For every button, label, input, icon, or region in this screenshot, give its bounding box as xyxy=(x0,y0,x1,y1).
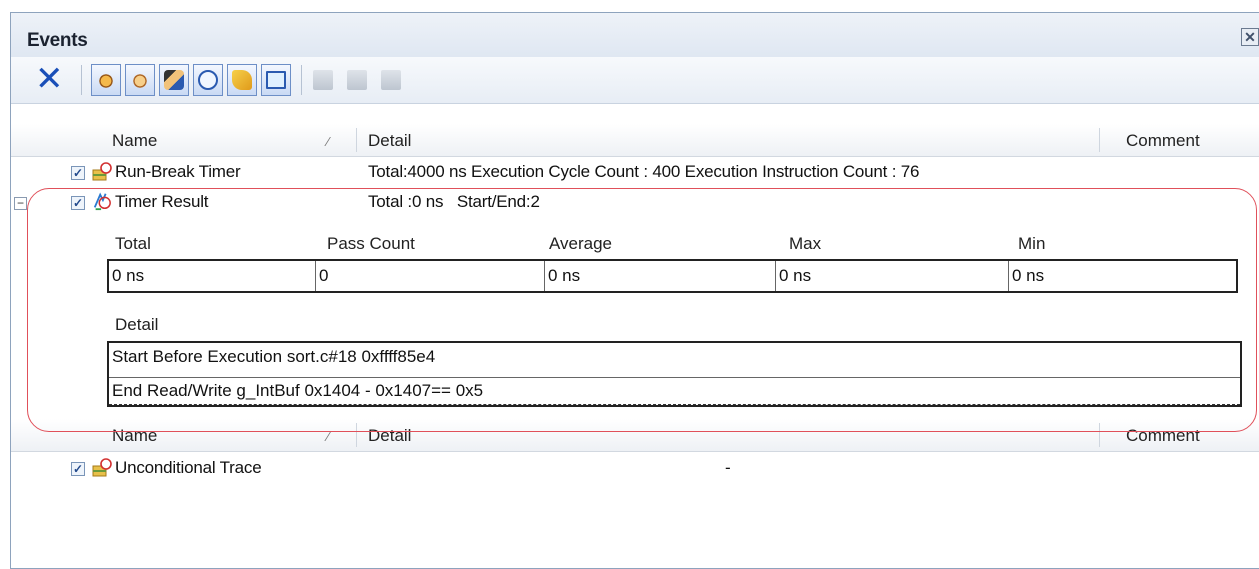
result-cell: 0 ns xyxy=(112,266,145,285)
result-cell: 0 ns xyxy=(775,261,1008,291)
panel-title: Events xyxy=(27,30,88,51)
software-break-icon xyxy=(130,70,150,90)
unconditional-trace-icon xyxy=(92,458,112,477)
edit-condition-icon xyxy=(313,70,333,90)
trace-event-icon xyxy=(164,70,184,90)
result-cell: 0 ns xyxy=(1008,261,1236,291)
detail-table: Start Before Execution sort.c#18 0xffff8… xyxy=(107,341,1242,407)
close-icon[interactable]: ✕ xyxy=(1241,28,1259,46)
event-row-run-break-timer[interactable]: ✓ Run-Break Timer Total:4000 ns Executio… xyxy=(11,158,1259,188)
toolbar-separator xyxy=(301,65,302,95)
sort-indicator-icon: ⁄ xyxy=(327,134,330,149)
event-detail: Total :0 ns Start/End:2 xyxy=(368,192,540,211)
paste-event-icon xyxy=(381,70,401,90)
panel-titlebar: Events ✕ xyxy=(11,13,1259,57)
event-name: Timer Result xyxy=(115,192,209,211)
paste-event-button[interactable] xyxy=(379,67,403,93)
trace-event-button[interactable] xyxy=(159,64,189,96)
column-header: Name ⁄ Detail Comment xyxy=(11,419,1259,452)
result-column: Total xyxy=(115,234,151,253)
result-column: Min xyxy=(1018,234,1046,253)
delete-icon[interactable]: ✕ xyxy=(35,62,64,96)
timer-event-icon xyxy=(198,70,218,90)
event-checkbox[interactable]: ✓ xyxy=(71,196,85,210)
display-event-icon xyxy=(266,71,286,89)
result-header: Total Pass Count Average Max Min xyxy=(101,228,1241,258)
column-divider[interactable] xyxy=(356,128,357,152)
timer-result-icon xyxy=(93,192,111,211)
result-cell: 0 ns xyxy=(544,261,775,291)
event-row-timer-result[interactable]: − ✓ Timer Result Total :0 ns Start/End:2 xyxy=(11,188,1259,218)
result-column: Pass Count xyxy=(327,234,415,253)
result-column: Max xyxy=(789,234,822,253)
events-toolbar: ✕ xyxy=(11,57,1259,104)
event-checkbox[interactable]: ✓ xyxy=(71,166,85,180)
column-divider[interactable] xyxy=(356,423,357,447)
event-checkbox[interactable]: ✓ xyxy=(71,462,85,476)
event-name: Unconditional Trace xyxy=(115,458,262,477)
result-column: Average xyxy=(549,234,613,253)
column-detail[interactable]: Detail xyxy=(368,426,411,446)
hardware-break-button[interactable] xyxy=(91,64,121,96)
column-comment[interactable]: Comment xyxy=(1126,131,1200,151)
column-comment[interactable]: Comment xyxy=(1126,426,1200,446)
events-panel: Events ✕ ✕ Name ⁄ Detail Comment ✓ Run-B… xyxy=(10,12,1259,569)
software-break-button[interactable] xyxy=(125,64,155,96)
collapse-icon[interactable]: − xyxy=(14,197,27,210)
copy-event-button[interactable] xyxy=(345,67,369,93)
event-row-unconditional-trace[interactable]: ✓ Unconditional Trace - xyxy=(11,454,1259,484)
event-condition-icon xyxy=(232,70,252,90)
column-name[interactable]: Name xyxy=(112,426,157,446)
detail-row: Start Before Execution sort.c#18 0xffff8… xyxy=(112,347,436,366)
column-divider[interactable] xyxy=(1099,423,1100,447)
event-condition-button[interactable] xyxy=(227,64,257,96)
column-header: Name ⁄ Detail Comment xyxy=(11,124,1259,157)
detail-header: Detail xyxy=(101,309,501,339)
result-cell: 0 xyxy=(315,261,544,291)
result-table: 0 ns 0 0 ns 0 ns 0 ns xyxy=(107,259,1238,293)
detail-header-label: Detail xyxy=(115,315,159,334)
timer-event-button[interactable] xyxy=(193,64,223,96)
detail-row-selected[interactable]: End Read/Write g_IntBuf 0x1404 - 0x1407=… xyxy=(109,377,1240,405)
sort-indicator-icon: ⁄ xyxy=(327,429,330,444)
toolbar-separator xyxy=(81,65,82,95)
edit-condition-button[interactable] xyxy=(311,67,335,93)
display-event-button[interactable] xyxy=(261,64,291,96)
event-name: Run-Break Timer xyxy=(115,162,241,181)
column-name[interactable]: Name xyxy=(112,131,157,151)
event-detail: Total:4000 ns Execution Cycle Count : 40… xyxy=(368,162,920,181)
column-divider[interactable] xyxy=(1099,128,1100,152)
column-detail[interactable]: Detail xyxy=(368,131,411,151)
run-break-timer-icon xyxy=(92,162,112,181)
copy-event-icon xyxy=(347,70,367,90)
event-detail: - xyxy=(725,458,731,477)
hardware-break-icon xyxy=(96,70,116,90)
